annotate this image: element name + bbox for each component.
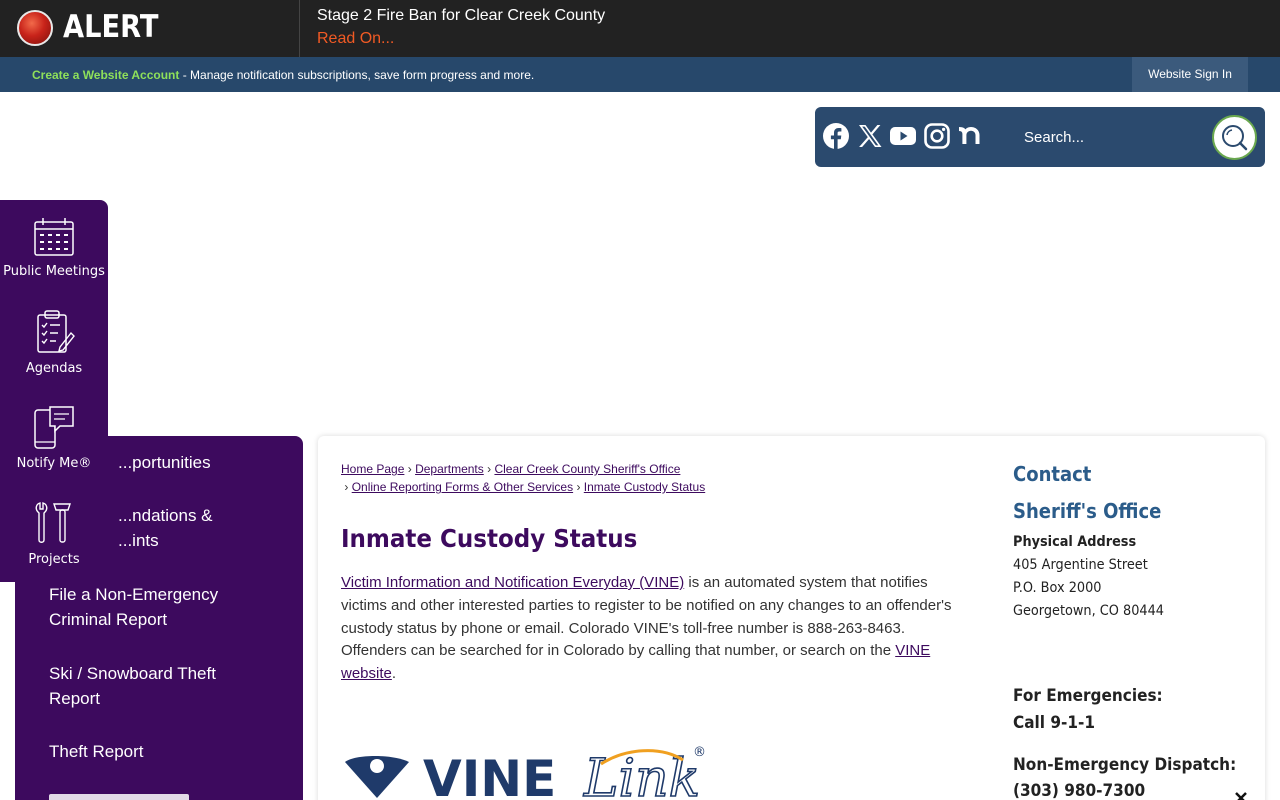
quick-link-label: Public Meetings xyxy=(3,264,105,279)
breadcrumb-departments[interactable]: Departments xyxy=(415,462,484,476)
vinelink-logo-script: Link xyxy=(583,749,700,800)
facebook-icon[interactable] xyxy=(822,122,850,150)
close-icon[interactable] xyxy=(1233,790,1249,800)
breadcrumb: Home Page › Departments › Clear Creek Co… xyxy=(341,460,981,496)
quick-link-public-meetings[interactable]: Public Meetings xyxy=(0,216,108,279)
breadcrumb-online-forms[interactable]: Online Reporting Forms & Other Services xyxy=(352,480,573,494)
search-button[interactable] xyxy=(1212,115,1257,160)
create-account-link[interactable]: Create a Website Account xyxy=(32,68,179,82)
quick-link-label: Notify Me® xyxy=(16,456,92,471)
quick-link-label: Agendas xyxy=(25,361,83,376)
website-sign-in-button[interactable]: Website Sign In xyxy=(1132,57,1248,92)
side-menu-item-partial[interactable] xyxy=(49,794,189,800)
side-menu-item-label: Criminal Report xyxy=(49,610,168,629)
page-title: Inmate Custody Status xyxy=(341,524,638,553)
search-input[interactable] xyxy=(1012,117,1208,157)
emergency-label: For Emergencies: xyxy=(1013,686,1163,706)
side-menu-item-commendations[interactable]: ...ndations & ...ints xyxy=(118,503,348,553)
vine-info-link[interactable]: Victim Information and Notification Ever… xyxy=(341,574,684,591)
youtube-icon[interactable] xyxy=(889,122,917,150)
alert-label-area: ALERT xyxy=(0,0,300,57)
clipboard-checklist-icon xyxy=(37,310,75,353)
vinelink-logo: VINE Link ® xyxy=(341,740,711,800)
side-menu-item-label: Report xyxy=(49,689,101,708)
alert-read-on-link[interactable]: Read On... xyxy=(317,30,394,48)
nextdoor-icon[interactable] xyxy=(956,122,984,150)
account-description: - Manage notification subscriptions, sav… xyxy=(179,68,535,82)
breadcrumb-separator: › xyxy=(487,462,492,476)
side-menu-item-ski-theft-report[interactable]: Ski / Snowboard Theft Report xyxy=(49,661,279,711)
vinelink-logo-mark: ® xyxy=(693,745,706,760)
quick-link-projects[interactable]: Projects xyxy=(0,500,108,567)
vinelink-logo-text: VINE xyxy=(423,750,556,800)
x-twitter-icon[interactable] xyxy=(856,122,884,150)
phone-message-icon xyxy=(34,406,74,449)
breadcrumb-separator: › xyxy=(341,480,349,494)
instagram-icon[interactable] xyxy=(923,122,951,150)
calendar-icon xyxy=(34,218,74,256)
tools-icon xyxy=(35,502,71,543)
breadcrumb-current[interactable]: Inmate Custody Status xyxy=(584,480,705,494)
alert-bar: ALERT Stage 2 Fire Ban for Clear Creek C… xyxy=(0,0,1280,57)
side-menu-item-non-emergency-report[interactable]: File a Non-Emergency Criminal Report xyxy=(49,582,279,632)
emergency-value: Call 9-1-1 xyxy=(1013,713,1096,733)
side-menu-item-opportunities[interactable]: ...portunities xyxy=(118,450,348,475)
quick-link-label: Projects xyxy=(28,552,80,567)
alert-label: ALERT xyxy=(63,9,159,45)
description-end: . xyxy=(391,665,397,683)
side-menu-item-label: Theft Report xyxy=(49,742,144,761)
breadcrumb-home[interactable]: Home Page xyxy=(341,462,404,476)
page-description: Victim Information and Notification Ever… xyxy=(341,572,971,686)
breadcrumb-separator: › xyxy=(407,462,412,476)
side-menu-item-theft-report[interactable]: Theft Report xyxy=(49,739,279,764)
contact-heading: Contact xyxy=(1013,462,1092,486)
side-menu-item-label: Ski / Snowboard Theft xyxy=(49,664,216,683)
side-menu-item-label: File a Non-Emergency xyxy=(49,585,219,604)
contact-office-name[interactable]: Sheriff's Office xyxy=(1013,499,1161,523)
side-menu-item-label: ...portunities xyxy=(118,453,211,472)
breadcrumb-separator: › xyxy=(576,480,581,494)
account-bar: Create a Website Account - Manage notifi… xyxy=(0,57,1280,92)
search-icon xyxy=(1222,125,1248,151)
breadcrumb-sheriffs-office[interactable]: Clear Creek County Sheriff's Office xyxy=(494,462,680,476)
alert-icon xyxy=(17,10,53,46)
quick-link-agendas[interactable]: Agendas xyxy=(0,309,108,376)
account-message: Create a Website Account - Manage notifi… xyxy=(32,68,534,82)
quick-links-bar: Public Meetings Agendas Notify Me® Proje… xyxy=(0,200,108,582)
alert-title: Stage 2 Fire Ban for Clear Creek County xyxy=(317,7,606,24)
non-emergency-value: (303) 980-7300 xyxy=(1013,781,1146,800)
quick-link-notify-me[interactable]: Notify Me® xyxy=(0,404,108,471)
address-label: Physical Address xyxy=(1013,534,1137,550)
side-menu-item-label: ...ndations & xyxy=(118,506,213,525)
side-menu-item-label: ...ints xyxy=(118,531,159,550)
address-line: P.O. Box 2000 xyxy=(1013,580,1102,596)
address-line: Georgetown, CO 80444 xyxy=(1013,603,1164,619)
address-line: 405 Argentine Street xyxy=(1013,557,1148,573)
non-emergency-label: Non-Emergency Dispatch: xyxy=(1013,755,1237,775)
